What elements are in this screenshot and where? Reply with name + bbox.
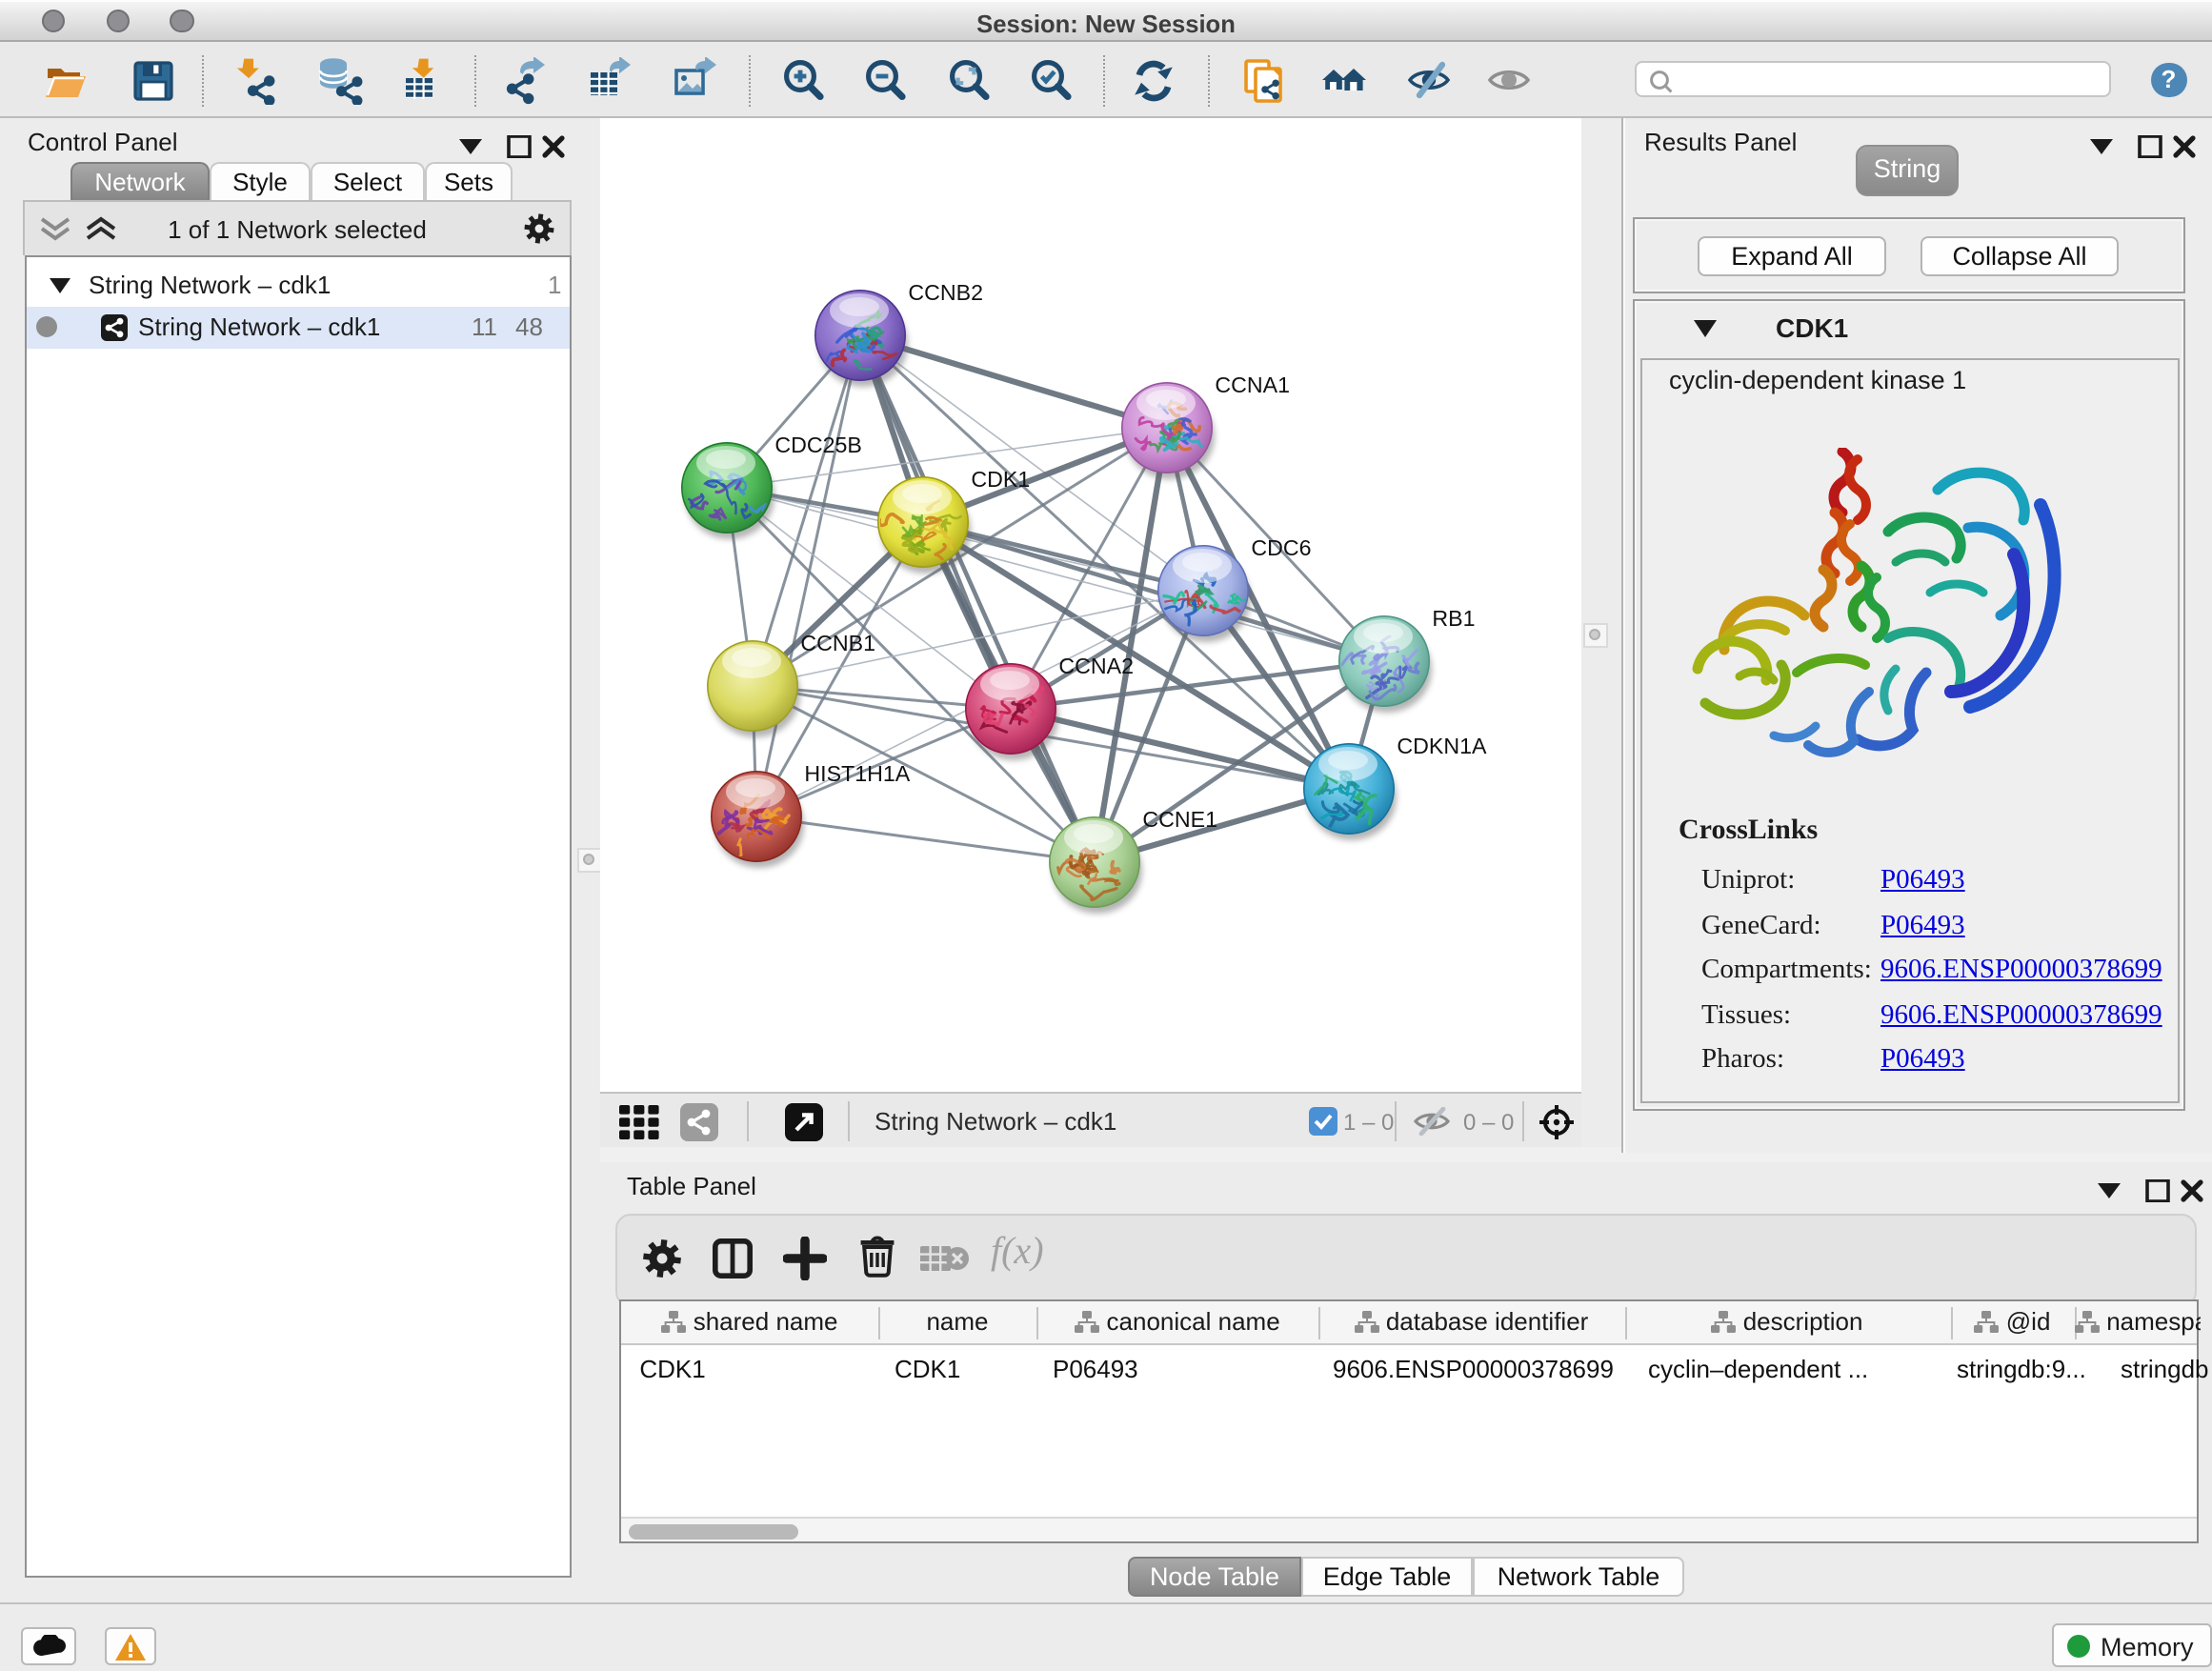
svg-text:CCNA1: CCNA1 <box>1215 372 1290 397</box>
svg-text:RB1: RB1 <box>1432 606 1475 631</box>
svg-text:CDC6: CDC6 <box>1251 535 1311 560</box>
svg-text:CCNE1: CCNE1 <box>1142 807 1217 832</box>
svg-text:HIST1H1A: HIST1H1A <box>804 761 910 786</box>
svg-text:CCNB2: CCNB2 <box>908 280 983 305</box>
svg-text:CDK1: CDK1 <box>971 467 1030 492</box>
svg-text:CDKN1A: CDKN1A <box>1397 734 1487 758</box>
svg-text:CCNB1: CCNB1 <box>800 631 875 655</box>
svg-text:CDC25B: CDC25B <box>774 433 862 457</box>
svg-text:CCNA2: CCNA2 <box>1058 654 1134 678</box>
